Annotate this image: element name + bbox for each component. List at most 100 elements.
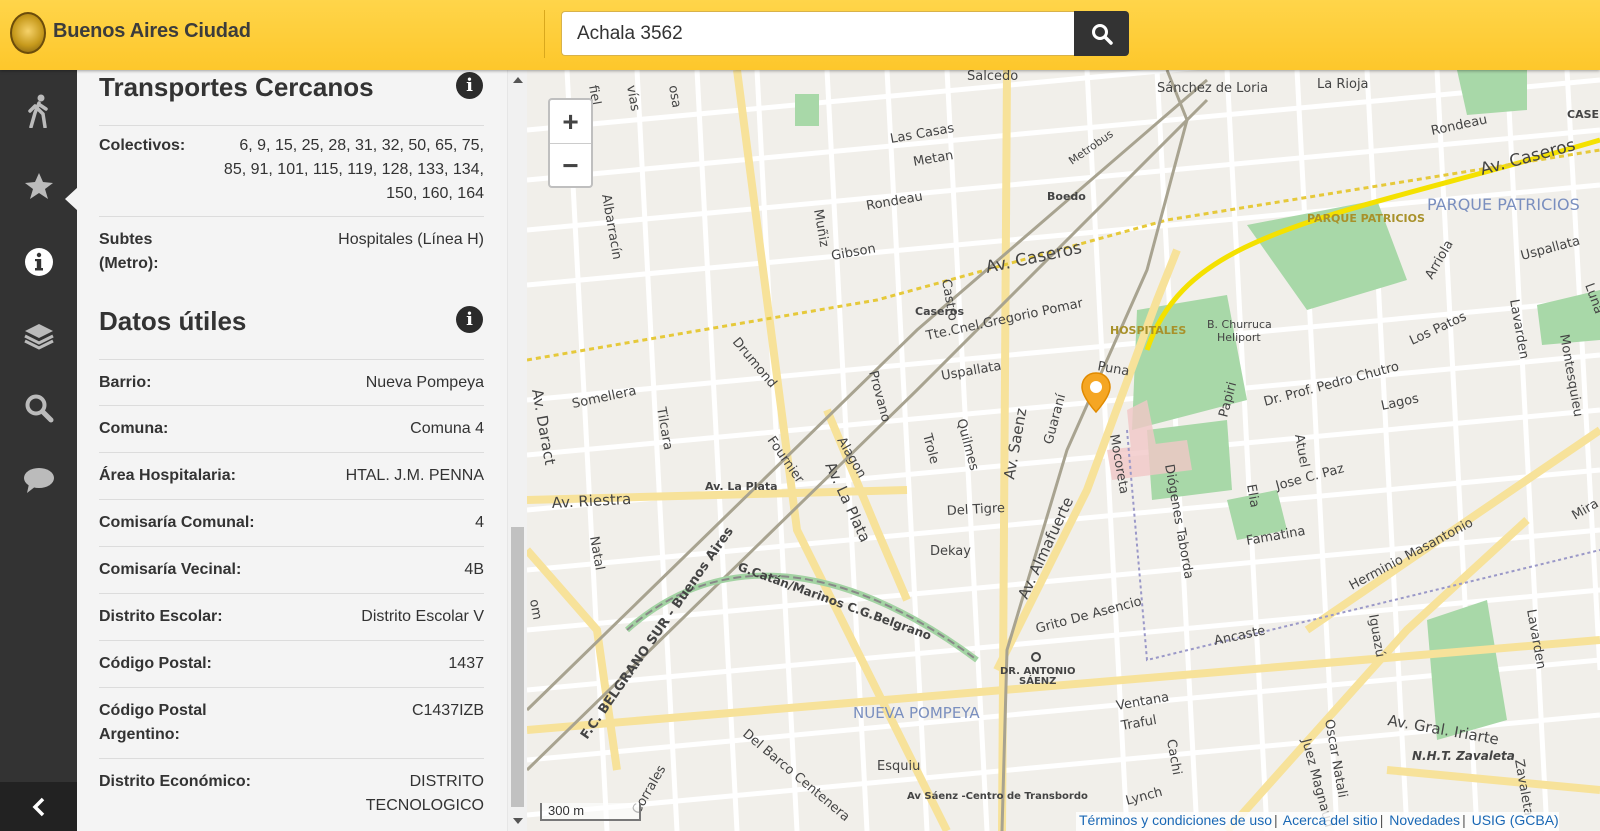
map-label: Boedo [1047,190,1086,203]
map-label: Uspallata [1519,234,1582,264]
scale-bar: 300 m [540,803,641,821]
barrio-label: Barrio: [99,374,152,391]
subtes-row: Subtes (Metro): Hospitales (Línea H) [99,216,484,279]
map-label: om [527,598,544,621]
map-label: Mira [1570,496,1600,523]
comisaria-comunal-value: 4 [475,514,484,531]
distrito-economico-row: Distrito Económico: DISTRITO TECNOLOGICO [99,758,484,831]
comuna-label: Comuna: [99,420,169,437]
colectivos-label: Colectivos: [99,137,186,154]
transportes-info-icon[interactable]: i [456,72,483,99]
side-nav [0,70,77,831]
scroll-thumb[interactable] [511,527,524,807]
map-canvas[interactable]: Salcedo Sánchez de Loria La Rioja Rondea… [527,70,1600,831]
usig-link[interactable]: USIG (GCBA) [1472,812,1559,828]
map-label: Av. Riestra [551,490,631,512]
terms-link[interactable]: Términos y condiciones de uso [1079,812,1272,828]
scroll-down-arrow[interactable] [513,818,523,824]
city-seal-logo[interactable] [10,12,46,54]
map-label: Traful [1119,713,1158,734]
map-label: CASE [1567,108,1599,121]
map-label: Albarracín [598,193,624,261]
header: Buenos Aires Ciudad [0,0,1600,70]
comisaria-comunal-row: Comisaría Comunal: 4 [99,499,484,547]
codigo-postal-argentino-row: Código Postal Argentino: C1437IZB [99,687,484,759]
map-label: SÁENZ [1019,674,1056,687]
info-panel: Transportes Cercanos i Colectivos: 6, 9,… [77,70,507,831]
codigo-postal-value: 1437 [448,655,484,672]
chevron-left-icon [32,797,44,816]
codigo-postal-argentino-value: C1437IZB [411,702,484,719]
address-search-input[interactable] [561,11,1075,56]
distrito-economico-value: DISTRITO TECNOLOGICO [365,773,484,814]
zoom-out-button[interactable]: − [550,144,591,187]
map-label: Sánchez de Loria [1157,81,1268,96]
colectivos-value: 6, 9, 15, 25, 28, 31, 32, 50, 65, 75, 85… [223,137,484,202]
about-link[interactable]: Acerca del sitio [1283,812,1378,828]
datos-info-icon[interactable]: i [456,306,483,333]
comisaria-vecinal-label: Comisaría Vecinal: [99,561,242,578]
subtes-value: Hospitales (Línea H) [338,231,484,248]
map-label: Trole [919,431,942,465]
location-pin-icon[interactable] [1080,372,1112,416]
distrito-escolar-value: Distrito Escolar V [361,608,484,625]
header-divider [544,10,545,58]
map-view[interactable]: Salcedo Sánchez de Loria La Rioja Rondea… [527,70,1600,831]
barrio-row: Barrio: Nueva Pompeya [99,359,484,406]
map-label: PARQUE PATRICIOS [1307,212,1425,225]
distrito-escolar-label: Distrito Escolar: [99,608,223,625]
map-label: HOSPITALES [1110,324,1186,337]
distrito-economico-label: Distrito Económico: [99,773,252,790]
nav-walking[interactable] [0,81,77,141]
map-label: Iguazú [1365,613,1387,658]
map-label: Quilmes [953,417,981,472]
datos-title: Datos útiles [99,306,247,336]
panel-scrollbar[interactable] [507,70,527,831]
map-label: La Rioja [1317,77,1369,92]
map-label: Av. Almafuerte [1014,494,1077,601]
map-label: Av Sáenz -Centro de Transbordo [907,790,1088,802]
transportes-title: Transportes Cercanos [99,72,374,102]
subtes-label: Subtes (Metro): [99,231,159,272]
area-hospitalaria-value: HTAL. J.M. PENNA [345,467,484,484]
map-label: vías [623,84,642,112]
collapse-panel-button[interactable] [0,782,77,831]
layers-icon [23,324,54,350]
comisaria-vecinal-value: 4B [464,561,484,578]
brand-title[interactable]: Buenos Aires Ciudad [53,20,251,43]
area-hospitalaria-row: Área Hospitalaria: HTAL. J.M. PENNA [99,452,484,500]
info-icon [24,248,53,276]
map-label: osa [665,84,684,109]
zoom-control: + − [548,98,593,188]
map-label: Dekay [930,544,971,559]
codigo-postal-argentino-label: Código Postal Argentino: [99,702,207,743]
area-hospitalaria-label: Área Hospitalaria: [99,467,236,484]
map-label: Cachi [1163,738,1184,776]
zoom-in-button[interactable]: + [550,100,591,144]
news-link[interactable]: Novedades [1389,812,1460,828]
map-label: PARQUE PATRICIOS [1427,195,1580,214]
active-nav-pointer [65,187,78,211]
search-icon [25,394,53,423]
nav-info[interactable] [0,232,77,292]
distrito-escolar-row: Distrito Escolar: Distrito Escolar V [99,593,484,641]
comuna-row: Comuna: Comuna 4 [99,405,484,453]
map-label: Ventana [1115,690,1170,714]
chat-icon [23,468,54,493]
map-label: Guaraní [1041,392,1069,446]
scroll-up-arrow[interactable] [513,77,523,83]
footer-links: Términos y condiciones de uso | Acerca de… [1076,812,1559,831]
search-button[interactable] [1074,11,1129,56]
barrio-value: Nueva Pompeya [365,374,484,391]
nav-layers[interactable] [0,306,77,366]
map-label: NUEVA POMPEYA [853,704,980,722]
station-icon [1031,652,1041,662]
map-label: Somellera [571,384,638,412]
colectivos-row: Colectivos: 6, 9, 15, 25, 28, 31, 32, 50… [99,125,484,217]
nav-search[interactable] [0,378,77,438]
map-label: Esquiu [877,759,920,774]
nav-chat[interactable] [0,450,77,510]
comisaria-comunal-label: Comisaría Comunal: [99,514,255,531]
comuna-value: Comuna 4 [410,420,484,437]
map-label: Metan [912,148,955,170]
